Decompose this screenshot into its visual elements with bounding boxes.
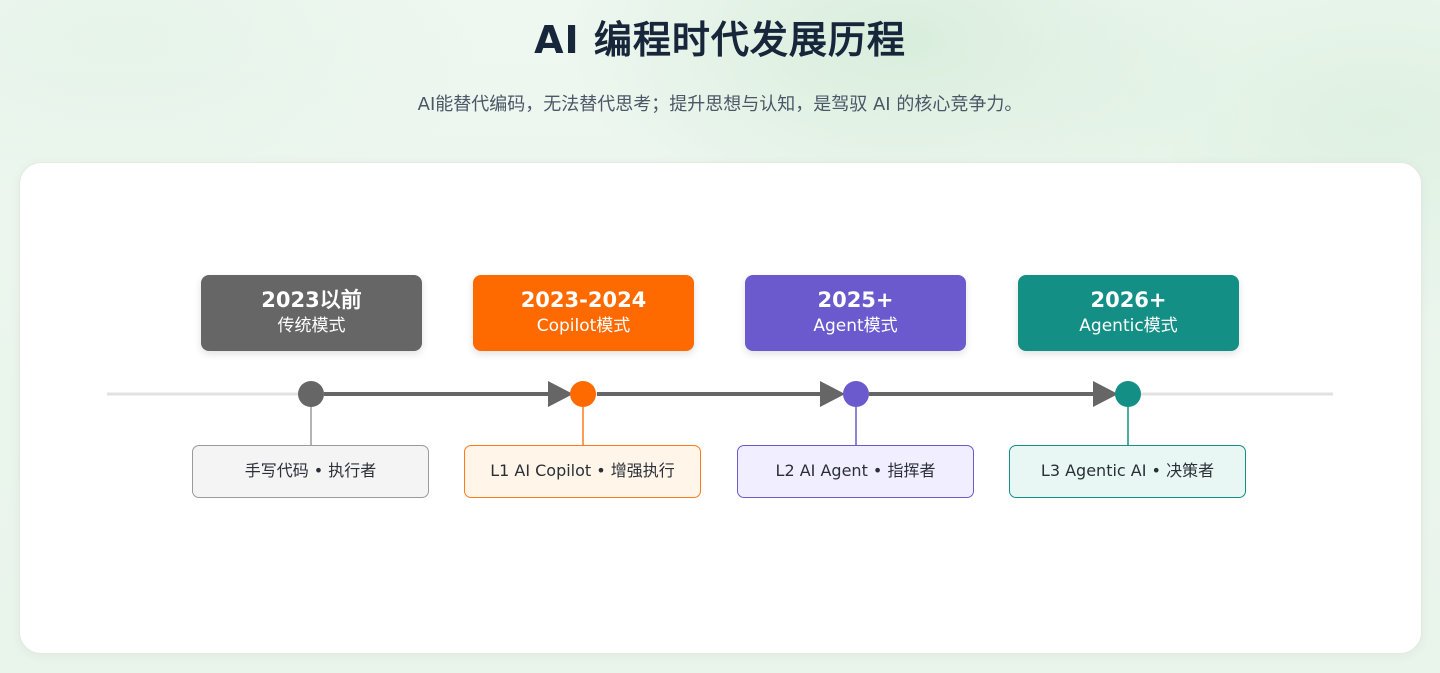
stage-box-agent: 2025+ Agent模式 <box>745 275 966 351</box>
stage-box-traditional: 2023以前 传统模式 <box>201 275 422 351</box>
role-box-executor: 手写代码 • 执行者 <box>192 445 429 498</box>
role-box-commander: L2 AI Agent • 指挥者 <box>737 445 974 498</box>
stage-mode: Copilot模式 <box>536 316 631 336</box>
stage-mode: Agentic模式 <box>1079 316 1178 336</box>
stage-box-agentic: 2026+ Agentic模式 <box>1018 275 1239 351</box>
timeline-node-2 <box>570 381 596 407</box>
arrow-head-1 <box>548 381 573 407</box>
role-box-copilot: L1 AI Copilot • 增强执行 <box>464 445 701 498</box>
stage-mode: 传统模式 <box>277 316 346 336</box>
role-box-decision-maker: L3 Agentic AI • 决策者 <box>1009 445 1246 498</box>
stage-year: 2023-2024 <box>520 288 647 312</box>
stage-year: 2026+ <box>1090 288 1167 312</box>
stage-mode: Agent模式 <box>813 316 898 336</box>
arrow-head-2 <box>820 381 845 407</box>
stage-year: 2025+ <box>817 288 894 312</box>
timeline-node-3 <box>843 381 869 407</box>
stage-year: 2023以前 <box>261 288 362 312</box>
timeline-node-1 <box>298 381 324 407</box>
arrow-head-3 <box>1093 381 1118 407</box>
stage-box-copilot: 2023-2024 Copilot模式 <box>473 275 694 351</box>
timeline-node-4 <box>1115 381 1141 407</box>
